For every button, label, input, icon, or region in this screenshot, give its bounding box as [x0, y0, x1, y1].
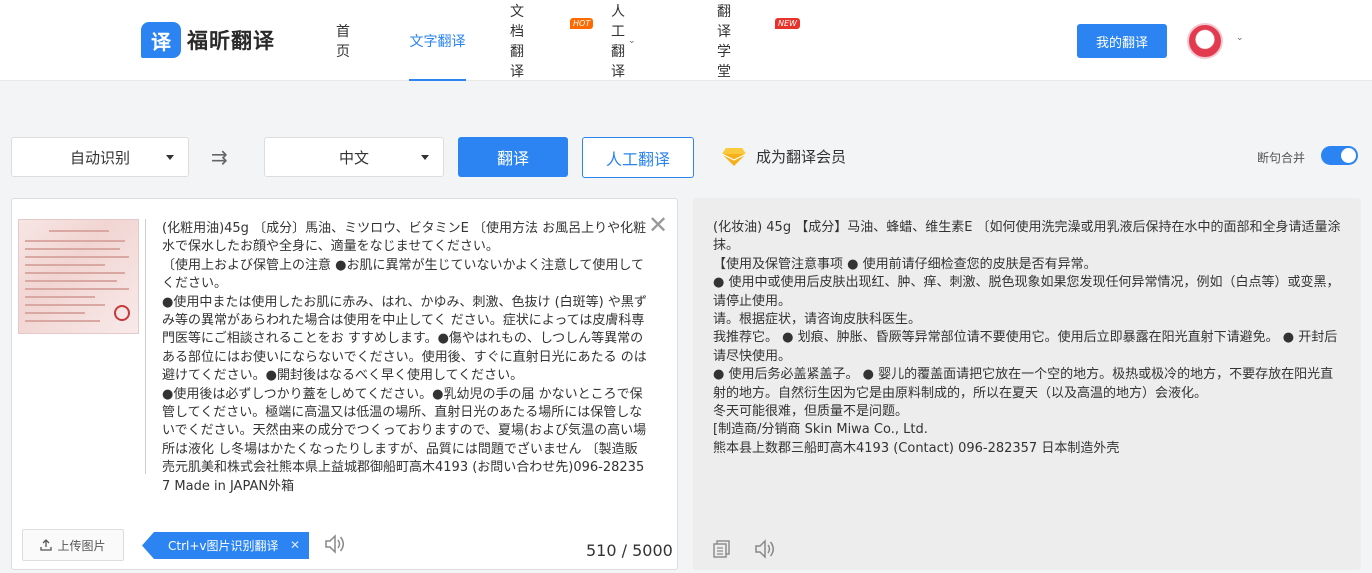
logo-text: 福昕翻译 — [187, 29, 275, 53]
chevron-down-icon: ⌄ — [628, 35, 636, 46]
merge-sentences-toggle[interactable] — [1321, 146, 1358, 165]
diamond-icon[interactable] — [722, 146, 746, 166]
logo[interactable]: 译 福昕翻译 — [141, 22, 275, 58]
source-language-select[interactable]: 自动识别 — [11, 137, 189, 177]
divider — [145, 219, 146, 474]
target-language-value: 中文 — [338, 148, 369, 167]
avatar[interactable] — [1187, 23, 1223, 59]
my-translation-button[interactable]: 我的翻译 — [1077, 24, 1167, 58]
nav-doc-translate-label: 文档翻译 — [510, 3, 524, 80]
merge-sentences-label: 断句合并 — [1257, 151, 1306, 165]
copy-icon[interactable] — [713, 540, 731, 558]
uploaded-image-thumbnail[interactable] — [18, 219, 139, 334]
nav-text-translate[interactable]: 文字翻译 — [409, 0, 466, 81]
nav-home[interactable]: 首页 — [336, 0, 350, 81]
swap-arrows-icon[interactable]: ⇉ — [211, 145, 228, 169]
close-icon[interactable]: ✕ — [290, 538, 300, 552]
nav-text-translate-label: 文字翻译 — [409, 33, 466, 50]
target-language-select[interactable]: 中文 — [264, 137, 444, 177]
nav-human-translate-label: 人工翻译 — [611, 3, 625, 80]
source-language-value: 自动识别 — [69, 148, 130, 167]
speaker-icon[interactable] — [753, 538, 777, 560]
close-icon[interactable]: ✕ — [648, 213, 668, 237]
become-vip-link[interactable]: 成为翻译会员 — [756, 146, 846, 167]
paste-image-tip-text: Ctrl+v图片识别翻译 — [168, 539, 279, 553]
upload-image-label: 上传图片 — [57, 538, 106, 553]
source-text-input[interactable]: (化粧用油)45g 〔成分〕馬油、ミツロウ、ビタミンE 〔使用方法 お風呂上りや… — [162, 220, 647, 496]
chevron-down-icon[interactable]: ⌄ — [1236, 33, 1244, 43]
upload-icon — [40, 539, 53, 551]
speaker-icon[interactable] — [323, 533, 347, 555]
nav-human-translate[interactable]: 人工翻译 ⌄ — [611, 0, 636, 81]
nav-academy[interactable]: 翻译学堂 NEW — [717, 0, 800, 81]
human-translate-button[interactable]: 人工翻译 — [582, 137, 694, 178]
new-badge: NEW — [775, 18, 800, 29]
source-panel: (化粧用油)45g 〔成分〕馬油、ミツロウ、ビタミンE 〔使用方法 お風呂上りや… — [11, 198, 678, 570]
character-count: 510 / 5000 — [586, 541, 673, 560]
caret-down-icon — [166, 155, 174, 160]
top-header: 译 福昕翻译 首页 文字翻译 文档翻译 HOT 人工翻译 ⌄ 翻译学堂 NEW … — [0, 0, 1372, 81]
nav-academy-label: 翻译学堂 — [717, 3, 731, 80]
nav-home-label: 首页 — [336, 23, 350, 60]
translation-output: (化妆油) 45g 【成分】马油、蜂蜡、维生素E 〔如何使用洗完澡或用乳液后保持… — [713, 220, 1341, 456]
paste-image-tip: Ctrl+v图片识别翻译 ✕ — [142, 532, 309, 559]
translate-button[interactable]: 翻译 — [458, 137, 568, 177]
hot-badge: HOT — [570, 18, 594, 29]
logo-mark: 译 — [141, 22, 181, 58]
target-panel: (化妆油) 45g 【成分】马油、蜂蜡、维生素E 〔如何使用洗完澡或用乳液后保持… — [693, 198, 1361, 570]
upload-image-button[interactable]: 上传图片 — [22, 529, 124, 561]
nav-doc-translate[interactable]: 文档翻译 HOT — [510, 0, 594, 81]
caret-down-icon — [421, 155, 429, 160]
